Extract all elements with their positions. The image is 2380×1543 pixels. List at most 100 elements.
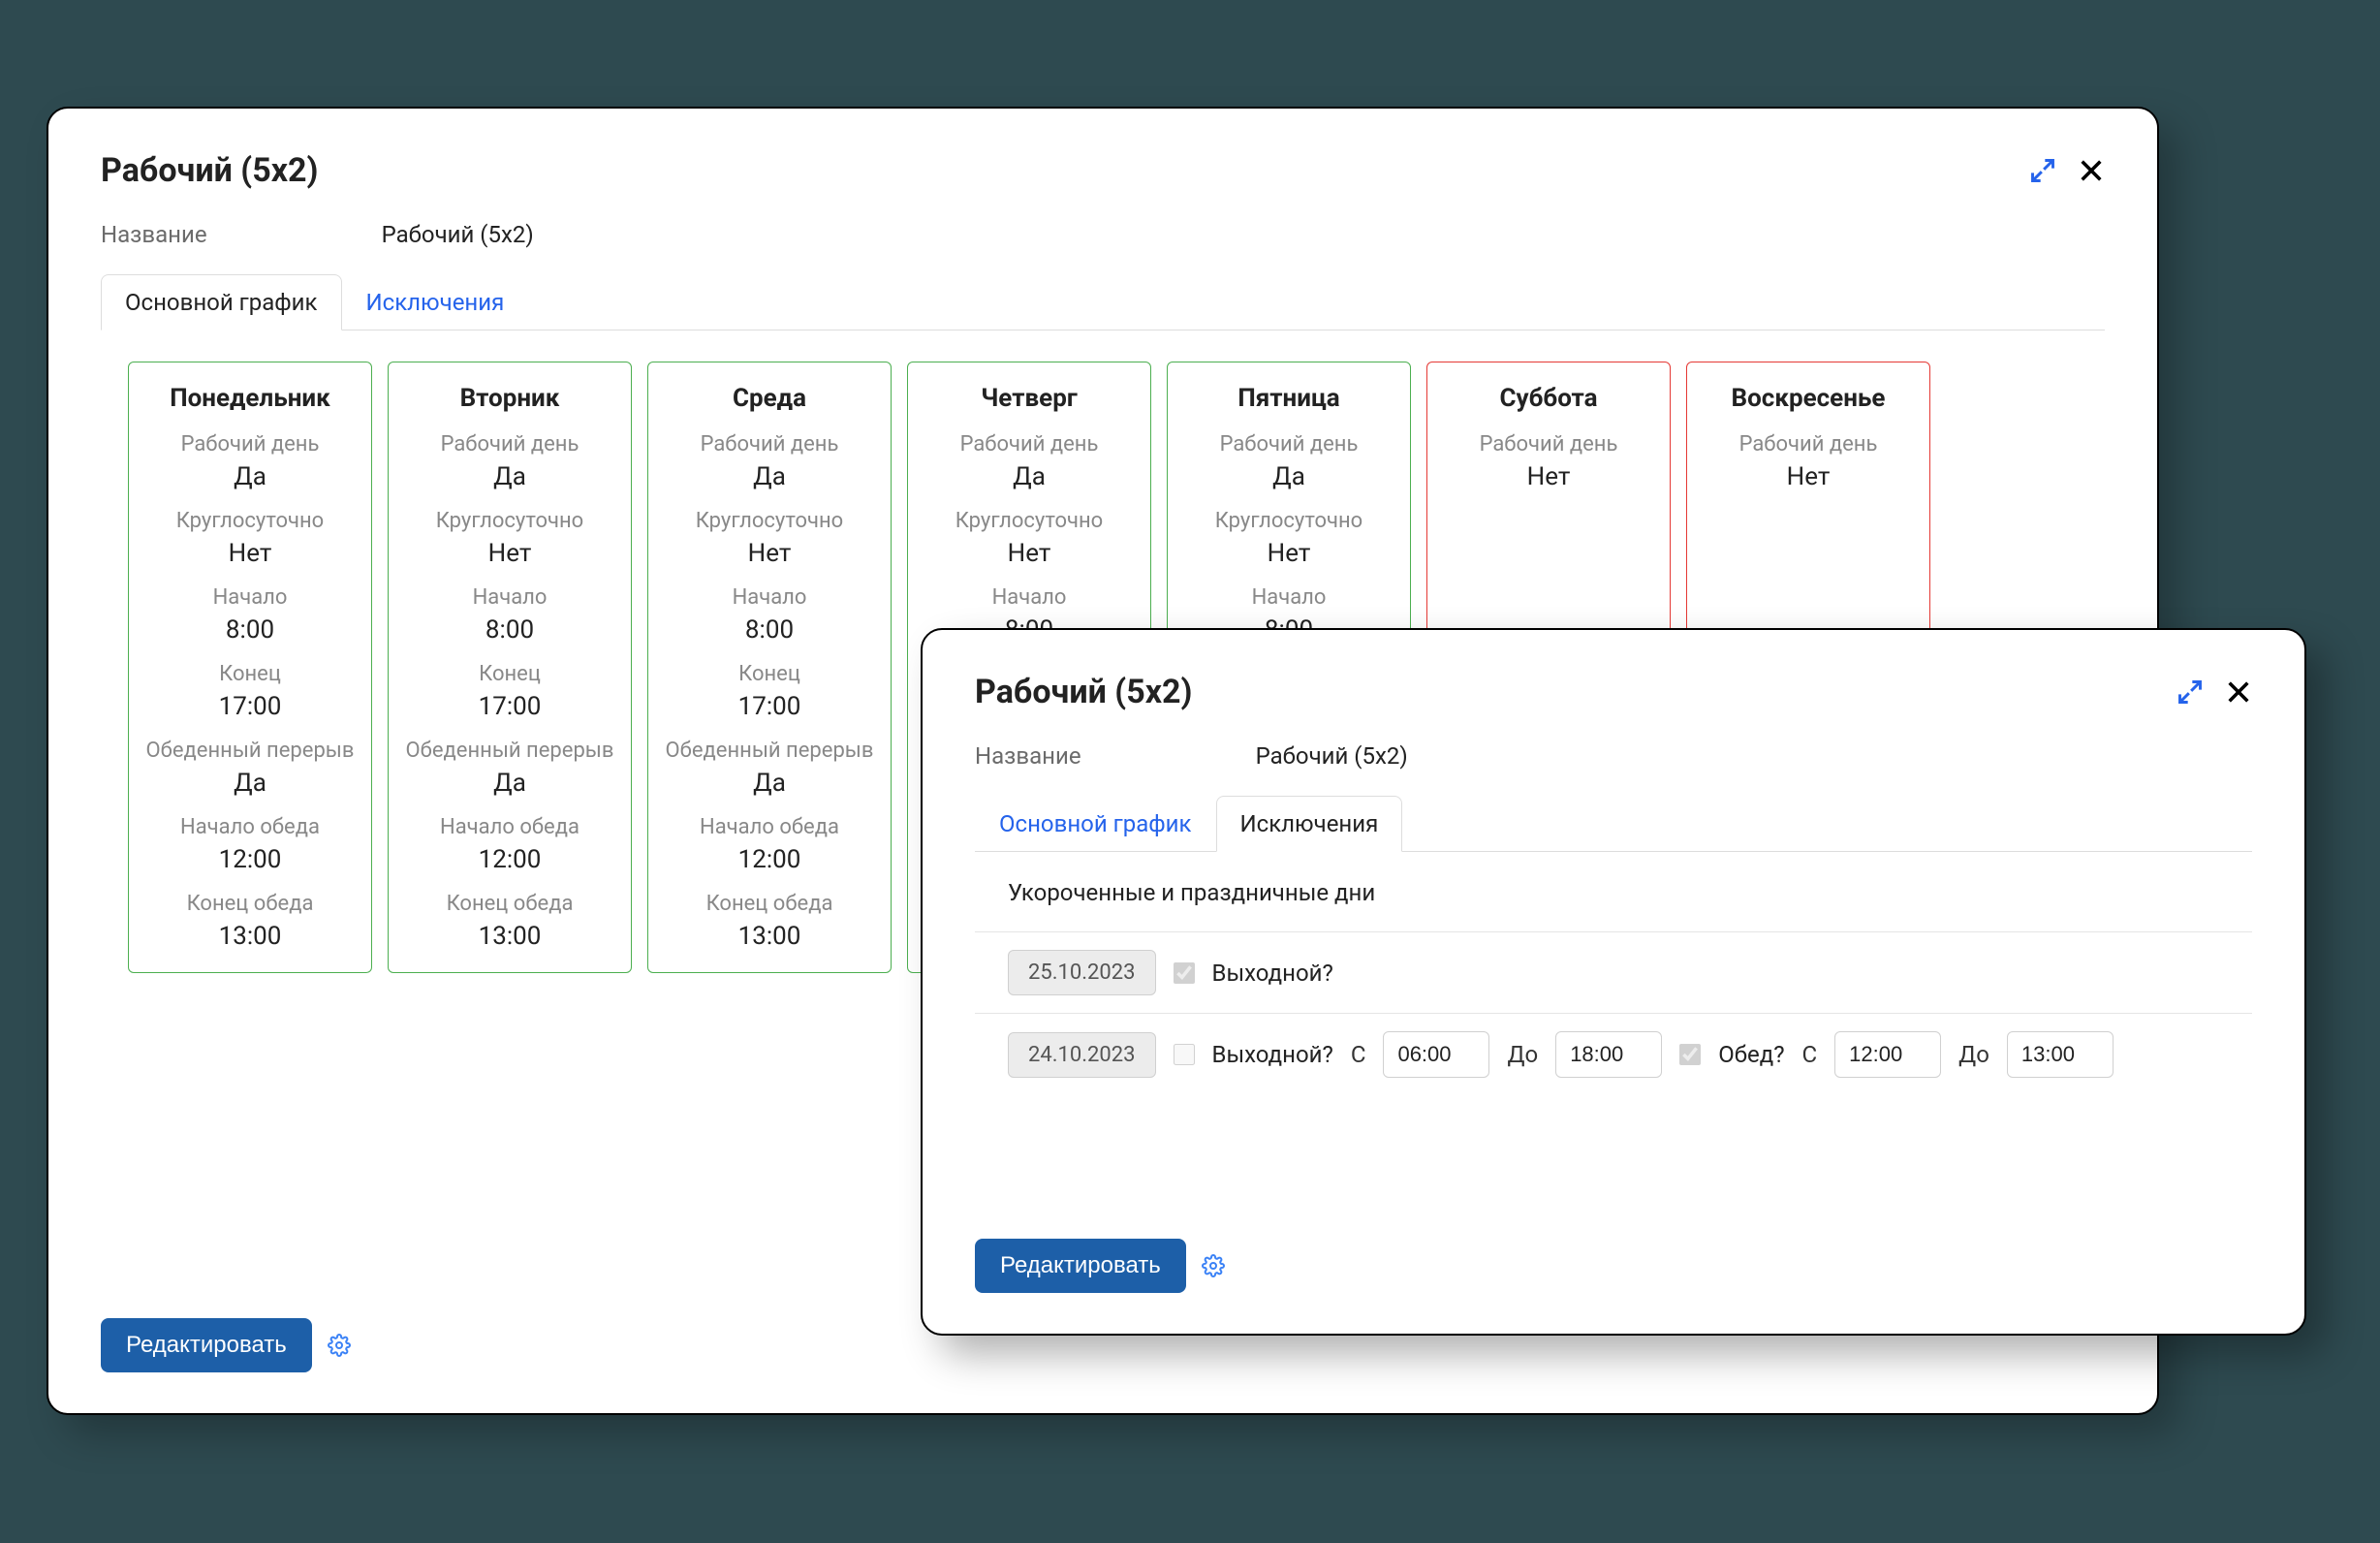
lunch-end-value: 13:00 — [658, 922, 881, 951]
expand-icon[interactable] — [2029, 157, 2056, 184]
expand-icon[interactable] — [2176, 678, 2204, 706]
workday-label: Рабочий день — [1437, 432, 1660, 457]
close-icon[interactable] — [2225, 678, 2252, 706]
end-label: Конец — [139, 662, 361, 686]
day-name: Суббота — [1437, 384, 1660, 413]
close-icon[interactable] — [2078, 157, 2105, 184]
start-label: Начало — [139, 585, 361, 610]
lunch-start-label: Начало обеда — [658, 815, 881, 839]
end-value: 17:00 — [658, 692, 881, 721]
name-label-front: Название — [975, 742, 1081, 770]
lunch-label: Обеденный перерыв — [139, 739, 361, 763]
exceptions-heading: Укороченные и праздничные дни — [1008, 879, 2252, 906]
allday-label: Круглосуточно — [398, 509, 621, 533]
dayoff-label: Выходной? — [1212, 1041, 1333, 1068]
tab-exceptions-front[interactable]: Исключения — [1216, 796, 1403, 852]
allday-value: Нет — [658, 539, 881, 568]
start-label: Начало — [658, 585, 881, 610]
edit-button-front[interactable]: Редактировать — [975, 1239, 1186, 1293]
lunch-checkbox[interactable] — [1679, 1044, 1701, 1065]
allday-value: Нет — [1177, 539, 1400, 568]
lunch-label: Обеденный перерыв — [398, 739, 621, 763]
lunch-start-value: 12:00 — [658, 845, 881, 874]
workday-label: Рабочий день — [918, 432, 1141, 457]
day-name: Понедельник — [139, 384, 361, 413]
tab-main-schedule[interactable]: Основной график — [101, 274, 342, 331]
start-label: Начало — [398, 585, 621, 610]
workday-value: Да — [658, 462, 881, 491]
start-value: 8:00 — [398, 615, 621, 645]
time-from-input[interactable] — [1383, 1031, 1489, 1078]
day-name: Пятница — [1177, 384, 1400, 413]
exception-date[interactable]: 24.10.2023 — [1008, 1032, 1156, 1078]
start-label: Начало — [918, 585, 1141, 610]
lunch-from-label: С — [1802, 1041, 1818, 1068]
exception-row: 25.10.2023 Выходной? — [975, 931, 2252, 1013]
day-card: Понедельник Рабочий день Да Круглосуточн… — [128, 362, 372, 973]
lunch-end-value: 13:00 — [139, 922, 361, 951]
tab-exceptions[interactable]: Исключения — [342, 274, 529, 331]
end-value: 17:00 — [398, 692, 621, 721]
lunch-to-label: До — [1958, 1041, 1989, 1068]
workday-value: Да — [398, 462, 621, 491]
workday-value: Нет — [1437, 462, 1660, 491]
allday-value: Нет — [398, 539, 621, 568]
name-label: Название — [101, 221, 207, 248]
day-name: Четверг — [918, 384, 1141, 413]
lunch-label: Обеденный перерыв — [658, 739, 881, 763]
tab-main-schedule-front[interactable]: Основной график — [975, 796, 1216, 852]
lunch-start-label: Начало обеда — [398, 815, 621, 839]
schedule-exceptions-panel: Рабочий (5х2) Название Рабочий (5х2) Осн… — [921, 628, 2306, 1336]
time-to-input[interactable] — [1555, 1031, 1662, 1078]
panel-title-front: Рабочий (5х2) — [975, 673, 1192, 711]
day-name: Вторник — [398, 384, 621, 413]
dayoff-checkbox[interactable] — [1174, 962, 1195, 984]
workday-value: Да — [139, 462, 361, 491]
exception-date[interactable]: 25.10.2023 — [1008, 950, 1156, 995]
lunch-start-value: 12:00 — [139, 845, 361, 874]
lunch-end-label: Конец обеда — [658, 892, 881, 916]
day-card: Среда Рабочий день Да Круглосуточно Нет … — [647, 362, 892, 973]
lunch-start-value: 12:00 — [398, 845, 621, 874]
lunch-value: Да — [658, 769, 881, 798]
workday-label: Рабочий день — [398, 432, 621, 457]
lunch-start-label: Начало обеда — [139, 815, 361, 839]
lunch-end-label: Конец обеда — [139, 892, 361, 916]
gear-icon[interactable] — [1202, 1254, 1225, 1277]
from-label: С — [1351, 1041, 1366, 1068]
allday-label: Круглосуточно — [139, 509, 361, 533]
lunch-value: Да — [139, 769, 361, 798]
allday-label: Круглосуточно — [658, 509, 881, 533]
lunch-from-input[interactable] — [1834, 1031, 1941, 1078]
allday-label: Круглосуточно — [1177, 509, 1400, 533]
end-value: 17:00 — [139, 692, 361, 721]
tabbar-back: Основной график Исключения — [101, 273, 2105, 331]
lunch-value: Да — [398, 769, 621, 798]
dayoff-checkbox[interactable] — [1174, 1044, 1195, 1065]
name-value: Рабочий (5х2) — [382, 221, 534, 248]
day-name: Среда — [658, 384, 881, 413]
allday-value: Нет — [918, 539, 1141, 568]
workday-label: Рабочий день — [658, 432, 881, 457]
start-value: 8:00 — [139, 615, 361, 645]
end-label: Конец — [398, 662, 621, 686]
lunch-to-input[interactable] — [2007, 1031, 2114, 1078]
to-label: До — [1507, 1041, 1538, 1068]
lunch-end-label: Конец обеда — [398, 892, 621, 916]
workday-label: Рабочий день — [1697, 432, 1920, 457]
end-label: Конец — [658, 662, 881, 686]
dayoff-label: Выходной? — [1212, 960, 1333, 987]
workday-value: Нет — [1697, 462, 1920, 491]
panel-title: Рабочий (5х2) — [101, 151, 318, 190]
gear-icon[interactable] — [328, 1334, 351, 1357]
allday-label: Круглосуточно — [918, 509, 1141, 533]
allday-value: Нет — [139, 539, 361, 568]
day-name: Воскресенье — [1697, 384, 1920, 413]
workday-value: Да — [918, 462, 1141, 491]
edit-button[interactable]: Редактировать — [101, 1318, 312, 1372]
start-label: Начало — [1177, 585, 1400, 610]
lunch-label: Обед? — [1718, 1041, 1784, 1068]
workday-value: Да — [1177, 462, 1400, 491]
start-value: 8:00 — [658, 615, 881, 645]
tabbar-front: Основной график Исключения — [975, 795, 2252, 852]
